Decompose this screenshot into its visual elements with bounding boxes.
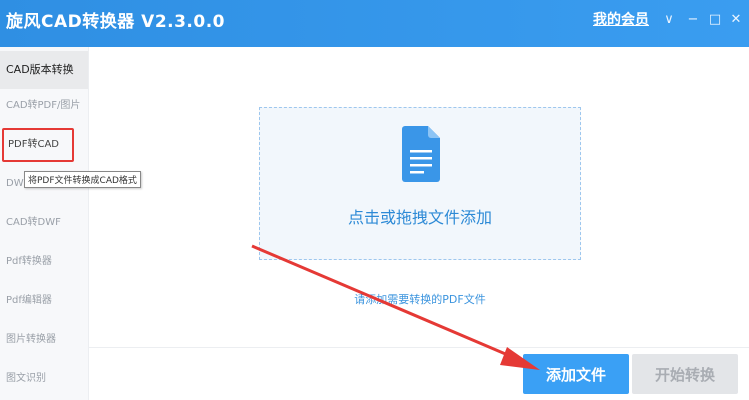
file-dropzone[interactable]: 点击或拖拽文件添加	[259, 107, 581, 260]
sidebar-item-pdf-to-cad[interactable]: PDF转CAD	[2, 128, 74, 162]
close-icon[interactable]: ✕	[727, 10, 745, 28]
sidebar-item-image-converter[interactable]: 图片转换器	[0, 321, 88, 359]
sidebar-item-pdf-editor[interactable]: Pdf编辑器	[0, 282, 88, 320]
hint-text: 请添加需要转换的PDF文件	[354, 293, 486, 306]
document-icon	[402, 126, 440, 182]
app-title: 旋风CAD转换器 V2.3.0.0	[6, 12, 226, 32]
my-membership-link[interactable]: 我的会员	[593, 9, 649, 29]
minimize-icon[interactable]: −	[684, 10, 702, 28]
add-file-button[interactable]: 添加文件	[523, 354, 629, 394]
sidebar-item-cad-version[interactable]: CAD版本转换	[0, 51, 88, 89]
sidebar: CAD版本转换 CAD转PDF/图片 PDF转CAD DW CAD转DWF Pd…	[0, 47, 89, 400]
sidebar-item-cad-to-pdf[interactable]: CAD转PDF/图片	[0, 87, 88, 125]
divider	[89, 347, 749, 348]
sidebar-item-cad-to-dwf[interactable]: CAD转DWF	[0, 204, 88, 242]
title-bar: 旋风CAD转换器 V2.3.0.0 我的会员 ∨ − □ ✕	[0, 0, 749, 47]
dropzone-label: 点击或拖拽文件添加	[347, 208, 492, 227]
sidebar-item-pdf-converter[interactable]: Pdf转换器	[0, 243, 88, 281]
tooltip: 将PDF文件转换成CAD格式	[24, 171, 141, 188]
maximize-icon[interactable]: □	[706, 10, 724, 28]
dropdown-icon[interactable]: ∨	[660, 10, 678, 28]
sidebar-item-ocr[interactable]: 图文识别	[0, 360, 88, 398]
start-convert-button[interactable]: 开始转换	[632, 354, 738, 394]
